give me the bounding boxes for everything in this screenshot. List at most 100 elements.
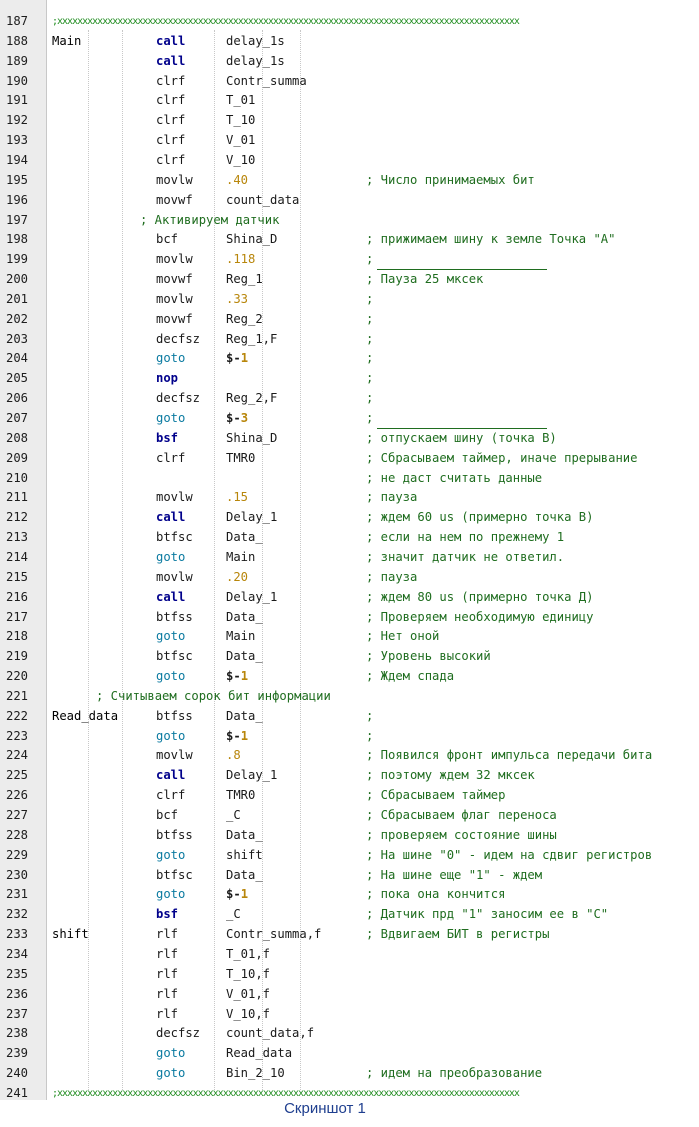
code-line[interactable]: 203 decfsz Reg_1,F; — [0, 330, 699, 350]
code-line[interactable]: 224 movlw .8 ; Появился фронт импульса пере… — [0, 746, 699, 766]
code-line[interactable]: 222 Read_data btfss Data_; — [0, 707, 699, 727]
code-line[interactable]: 215 movlw .20 ; пауза — [0, 568, 699, 588]
instruction-mnemonic: movwf — [156, 272, 193, 287]
code-line[interactable]: 191 clrf T_01 — [0, 91, 699, 111]
code-line[interactable]: 213 btfsc Data_ ; если на нем по прежнему 1 — [0, 528, 699, 548]
code-line[interactable]: 238 decfsz count_data,f — [0, 1024, 699, 1044]
instruction-mnemonic: btfss — [156, 708, 193, 723]
line-number: 206 — [6, 391, 29, 406]
code-line[interactable]: 190 clrf Contr_summa — [0, 72, 699, 92]
relative-jump-offset: 3 — [240, 411, 249, 425]
code-line[interactable]: 201 movlw .33; — [0, 290, 699, 310]
line-number: 216 — [6, 589, 29, 604]
code-line[interactable]: 232 bsf _C ; Датчик прд "1" заносим ее в "С… — [0, 905, 699, 925]
code-line[interactable]: 194 clrf V_10 — [0, 151, 699, 171]
code-line[interactable]: 227 bcf _C ; Сбрасываем флаг переноса — [0, 806, 699, 826]
code-line[interactable]: 205 nop; — [0, 369, 699, 389]
code-line[interactable]: 193 clrf V_01 — [0, 131, 699, 151]
code-line[interactable]: 192 clrf T_10 — [0, 111, 699, 131]
code-comment: ; Нет оной — [366, 627, 439, 647]
code-editor[interactable]: 187 ;xxxxxxxxxxxxxxxxxxxxxxxxxxxxxxxxxxxx… — [0, 0, 699, 1100]
instruction-mnemonic: btfss — [156, 609, 193, 624]
code-line[interactable]: 237 rlf V_10,f — [0, 1005, 699, 1025]
code-line[interactable]: 204 goto $-1; — [0, 349, 699, 369]
code-comment: ; Датчик прд "1" заносим ее в "С" — [366, 905, 608, 925]
code-comment-text: ; — [366, 728, 374, 743]
code-line[interactable]: 202 movwf Reg_2; — [0, 310, 699, 330]
code-line[interactable]: 217 btfss Data_ ; Проверяем необходимую еди… — [0, 608, 699, 628]
instruction-mnemonic: rlf — [156, 946, 179, 961]
code-line[interactable]: 236 rlf V_01,f — [0, 985, 699, 1005]
code-comment-text: ; если на нем по прежнему 1 — [366, 530, 565, 545]
code-line[interactable]: 197 ; Активируем датчик — [0, 211, 699, 231]
code-line[interactable]: 218 goto Main ; Нет оной — [0, 627, 699, 647]
code-comment: ; Сбрасываем таймер, иначе прерывание — [366, 449, 638, 469]
code-line[interactable]: 189 call delay_1s — [0, 52, 699, 72]
code-line[interactable]: 206 decfsz Reg_2,F; — [0, 389, 699, 409]
code-line[interactable]: 229 goto shift ; На шине "0" - идем на сдви… — [0, 846, 699, 866]
code-line[interactable]: 220 goto $-1 ; Ждем спада — [0, 667, 699, 687]
code-line[interactable]: 230 btfsc Data_ ; На шине еще "1" - ждем — [0, 866, 699, 886]
line-number: 195 — [6, 172, 29, 187]
code-comment: ; — [366, 707, 373, 727]
line-number: 227 — [6, 808, 29, 822]
code-line[interactable]: 207 goto $-3; — [0, 409, 699, 429]
instruction-mnemonic: btfss — [156, 827, 193, 842]
line-number: 221 — [6, 688, 29, 703]
code-line[interactable]: 196 movwf count_data — [0, 191, 699, 211]
code-line[interactable]: 188 Main call delay_1s — [0, 32, 699, 52]
instruction-operand: Reg_2,F — [226, 391, 278, 406]
code-line[interactable]: 221 ; Считываем сорок бит информации — [0, 687, 699, 707]
code-line[interactable]: 212 call Delay_1 ; ждем 60 us (примерно точ… — [0, 508, 699, 528]
code-line[interactable]: 211 movlw .15 ; пауза — [0, 488, 699, 508]
code-line[interactable]: 195 movlw .40 ; Число принимаемых бит — [0, 171, 699, 191]
code-line[interactable]: 231 goto $-1 ; пока она кончится — [0, 885, 699, 905]
code-line[interactable]: 187 ;xxxxxxxxxxxxxxxxxxxxxxxxxxxxxxxxxxxx… — [0, 12, 699, 32]
code-line[interactable]: 240 goto Bin_2_10 ; идем на преобразование — [0, 1064, 699, 1084]
code-line[interactable]: 216 call Delay_1 ; ждем 80 us (примерно точ… — [0, 588, 699, 608]
line-number: 232 — [6, 907, 29, 922]
code-line[interactable]: 233 shift rlf Contr_summa,f ; Вдвигаем БИТ в… — [0, 925, 699, 945]
code-line[interactable]: 239 goto Read_data — [0, 1044, 699, 1064]
instruction-operand: V_01,f — [226, 986, 271, 1001]
line-number: 208 — [6, 430, 29, 445]
code-line[interactable]: 199 movlw .118; — [0, 250, 699, 271]
line-number: 229 — [6, 847, 29, 862]
code-comment: ; прижимаем шину к земле Точка "А" — [366, 230, 615, 250]
line-number: 215 — [6, 569, 29, 584]
code-line[interactable]: 226 clrf TMR0 ; Сбрасываем таймер — [0, 786, 699, 806]
code-comment-text: ; Проверяем необходимую единицу — [366, 609, 594, 624]
code-line[interactable]: 225 call Delay_1 ; поэтому ждем 32 мксек — [0, 766, 699, 786]
instruction-operand: TMR0 — [226, 450, 256, 465]
code-line[interactable]: 200 movwf Reg_1 ; Пауза 25 мксек — [0, 270, 699, 290]
code-comment: ; — [366, 369, 373, 389]
code-line[interactable]: 228 btfss Data_ ; проверяем состояние шины — [0, 826, 699, 846]
line-number: 240 — [6, 1066, 29, 1081]
instruction-operand: V_10 — [226, 152, 256, 167]
instruction-mnemonic: btfsc — [156, 867, 193, 882]
instruction-mnemonic: rlf — [156, 986, 179, 1001]
code-line[interactable]: 198 bcf Shina_D ; прижимаем шину к земле То… — [0, 230, 699, 250]
code-line[interactable]: 235 rlf T_10,f — [0, 965, 699, 985]
instruction-mnemonic: movlw — [156, 252, 193, 267]
code-comment: ; На шине "0" - идем на сдвиг регистров — [366, 846, 652, 866]
code-line[interactable]: 214 goto Main ; значит датчик не ответил. — [0, 548, 699, 568]
code-line[interactable]: 219 btfsc Data_ ; Уровень высокий — [0, 647, 699, 667]
line-number: 209 — [6, 450, 29, 465]
instruction-mnemonic: clrf — [156, 788, 186, 803]
instruction-operand: $-1 — [226, 885, 248, 905]
line-number: 233 — [6, 927, 29, 942]
code-line[interactable]: 209 clrf TMR0 ; Сбрасываем таймер, иначе пр… — [0, 449, 699, 469]
code-line[interactable]: 223 goto $-1; — [0, 727, 699, 747]
code-line[interactable]: 208 bsf Shina_D ; отпускаем шину (точка В) — [0, 429, 699, 449]
code-comment: ; Ждем спада — [366, 667, 454, 687]
code-comment-text: ; ждем 60 us (примерно точка В) — [366, 510, 594, 525]
instruction-operand: Delay_1 — [226, 510, 278, 525]
instruction-mnemonic: clrf — [156, 73, 186, 88]
code-line[interactable]: 210 ; не даст считать данные — [0, 469, 699, 489]
code-line[interactable]: 241 ;xxxxxxxxxxxxxxxxxxxxxxxxxxxxxxxxxxxx… — [0, 1084, 699, 1100]
instruction-operand: Data_ — [226, 867, 263, 882]
code-line[interactable]: 234 rlf T_01,f — [0, 945, 699, 965]
code-label: Read_data — [52, 708, 119, 723]
instruction-mnemonic: movlw — [156, 748, 193, 763]
